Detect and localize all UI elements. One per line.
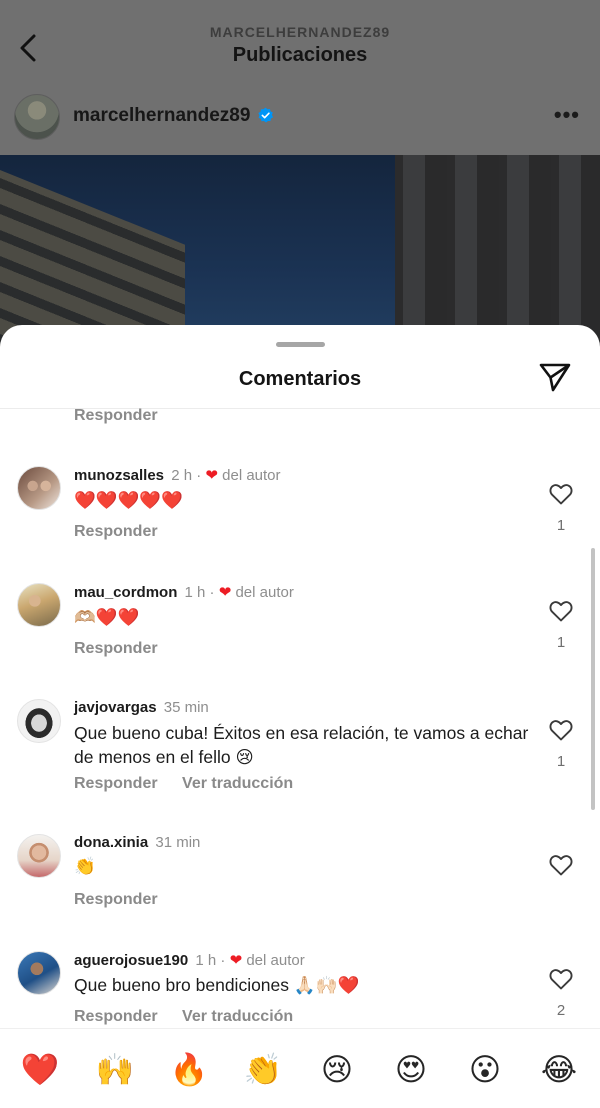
crying-face-emoji-button[interactable]: 😢: [317, 1051, 357, 1091]
comment-actions: Responder: [74, 891, 158, 909]
see-translation-button[interactable]: Ver traducción: [182, 775, 293, 792]
author-like-heart-icon: ❤: [229, 952, 243, 969]
reply-button[interactable]: Responder: [74, 1008, 158, 1025]
tears-of-joy-emoji-button[interactable]: 😂: [539, 1051, 579, 1091]
page-title: Publicaciones: [232, 44, 368, 66]
comment-actions: Responder Ver traducción: [74, 1008, 293, 1026]
avatar[interactable]: [17, 951, 61, 995]
post-author-avatar[interactable]: [14, 94, 60, 140]
sheet-title: Comentarios: [238, 368, 362, 390]
comment-time: 1 h ·: [195, 952, 230, 969]
author-like-heart-icon: ❤: [218, 584, 232, 601]
like-count: 1: [556, 517, 566, 534]
comment-actions: Responder Ver traducción: [74, 775, 293, 793]
red-heart-emoji-button[interactable]: ❤️: [20, 1051, 60, 1091]
author-like-heart-icon: ❤: [205, 467, 218, 484]
comment-header: javjovargas 35 min: [74, 699, 209, 716]
post-author-username[interactable]: marcelhernandez89: [73, 105, 250, 127]
comment-header: munozsalles 2 h · ❤ del autor: [74, 466, 281, 484]
comment-time: 35 min: [163, 699, 209, 716]
comment-text: Que bueno cuba! Éxitos en esa relación, …: [74, 723, 529, 767]
see-translation-button[interactable]: Ver traducción: [182, 1008, 293, 1025]
header-username: MARCELHERNANDEZ89: [209, 24, 391, 40]
reply-button[interactable]: Responder: [74, 407, 158, 425]
comments-scrollbar[interactable]: [591, 548, 595, 810]
comment-text: Que bueno bro bendiciones 🙏🏻🙌🏻❤️: [74, 975, 360, 995]
raising-hands-emoji-button[interactable]: 🙌: [95, 1051, 135, 1091]
avatar[interactable]: [17, 466, 61, 510]
comment-username[interactable]: mau_cordmon: [74, 584, 177, 601]
comment-time: 1 h ·: [184, 584, 219, 601]
author-like-label: del autor: [235, 584, 294, 601]
heart-eyes-emoji-button[interactable]: 😍: [391, 1051, 431, 1091]
reply-button[interactable]: Responder: [74, 891, 158, 908]
more-options-icon[interactable]: •••: [554, 102, 580, 128]
comment-header: aguerojosue190 1 h · ❤ del autor: [74, 951, 305, 969]
comment-text: 👏: [74, 856, 96, 876]
quick-reaction-bar: ❤️ 🙌 🔥 👏 😢 😍 😮 😂: [0, 1028, 600, 1108]
sheet-drag-handle[interactable]: [276, 342, 325, 347]
avatar[interactable]: [17, 699, 61, 743]
comment-username[interactable]: aguerojosue190: [74, 952, 188, 969]
comment-text: ❤️❤️❤️❤️❤️: [74, 490, 183, 510]
comment-username[interactable]: javjovargas: [74, 699, 157, 716]
comment-actions: Responder: [74, 523, 158, 541]
comment-text: 🫶🏼❤️❤️: [74, 607, 140, 627]
comment-username[interactable]: munozsalles: [74, 467, 164, 484]
author-like-label: del autor: [246, 952, 305, 969]
comment-username[interactable]: dona.xinia: [74, 834, 148, 851]
heart-outline-icon[interactable]: [549, 854, 573, 876]
avatar[interactable]: [17, 583, 61, 627]
like-count: 1: [556, 634, 566, 651]
clapping-hands-emoji-button[interactable]: 👏: [243, 1051, 283, 1091]
reply-button[interactable]: Responder: [74, 523, 158, 540]
send-icon[interactable]: [539, 362, 571, 392]
comment-actions: Responder: [74, 640, 158, 658]
comment-header: mau_cordmon 1 h · ❤ del autor: [74, 583, 294, 601]
like-count: 1: [556, 753, 566, 770]
heart-outline-icon[interactable]: [549, 483, 573, 505]
author-like-label: del autor: [222, 467, 281, 484]
heart-outline-icon[interactable]: [549, 968, 573, 990]
comment-time: 31 min: [155, 834, 201, 851]
verified-badge-icon: [258, 107, 274, 123]
avatar[interactable]: [17, 834, 61, 878]
heart-outline-icon[interactable]: [549, 600, 573, 622]
fire-emoji-button[interactable]: 🔥: [169, 1051, 209, 1091]
surprised-face-emoji-button[interactable]: 😮: [465, 1051, 505, 1091]
heart-outline-icon[interactable]: [549, 719, 573, 741]
like-count: 2: [556, 1002, 566, 1019]
reply-button[interactable]: Responder: [74, 640, 158, 657]
comments-sheet: Comentarios Responder munozsalles 2 h · …: [0, 325, 600, 1108]
reply-button[interactable]: Responder: [74, 775, 158, 792]
comment-header: dona.xinia 31 min: [74, 834, 200, 851]
comment-time: 2 h ·: [171, 467, 206, 484]
